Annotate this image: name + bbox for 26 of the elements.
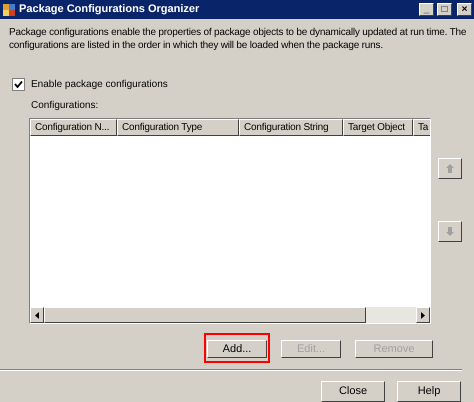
scroll-left-button[interactable] bbox=[30, 307, 44, 323]
right-arrow-icon bbox=[421, 312, 425, 318]
configurations-label: Configurations: bbox=[31, 99, 100, 113]
description-text: Package configurations enable the properties of package objects to be dynamically updated at run time. The configurations are listed in the order in which they will be loaded when the package runs. bbox=[9, 26, 468, 52]
checkbox-label: Enable package configurations bbox=[31, 78, 168, 92]
dialog-button[interactable]: Help bbox=[397, 381, 461, 402]
window-control[interactable]: □ bbox=[437, 3, 452, 16]
column-header[interactable]: Ta bbox=[413, 119, 430, 136]
column-header[interactable]: Configuration Type bbox=[117, 119, 239, 136]
column-header[interactable]: Configuration String bbox=[239, 119, 343, 136]
dialog-button[interactable]: Close bbox=[321, 381, 385, 402]
window-control[interactable]: _ bbox=[419, 3, 434, 16]
down-arrow-icon bbox=[446, 227, 454, 236]
scroll-right-button[interactable] bbox=[416, 307, 430, 323]
window-title: Package Configurations Organizer bbox=[19, 2, 200, 18]
horizontal-scrollbar[interactable] bbox=[30, 307, 430, 323]
window-control[interactable]: × bbox=[457, 3, 472, 16]
up-arrow-icon bbox=[446, 164, 454, 173]
scrollbar-thumb[interactable] bbox=[44, 307, 366, 323]
left-arrow-icon bbox=[35, 312, 39, 318]
column-header[interactable]: Configuration N... bbox=[30, 119, 117, 136]
checkbox[interactable] bbox=[12, 78, 25, 91]
column-header[interactable]: Target Object bbox=[343, 119, 413, 136]
package-icon bbox=[2, 2, 16, 16]
checkmark-icon bbox=[14, 80, 23, 89]
dialog-button[interactable]: Add... bbox=[207, 340, 267, 358]
